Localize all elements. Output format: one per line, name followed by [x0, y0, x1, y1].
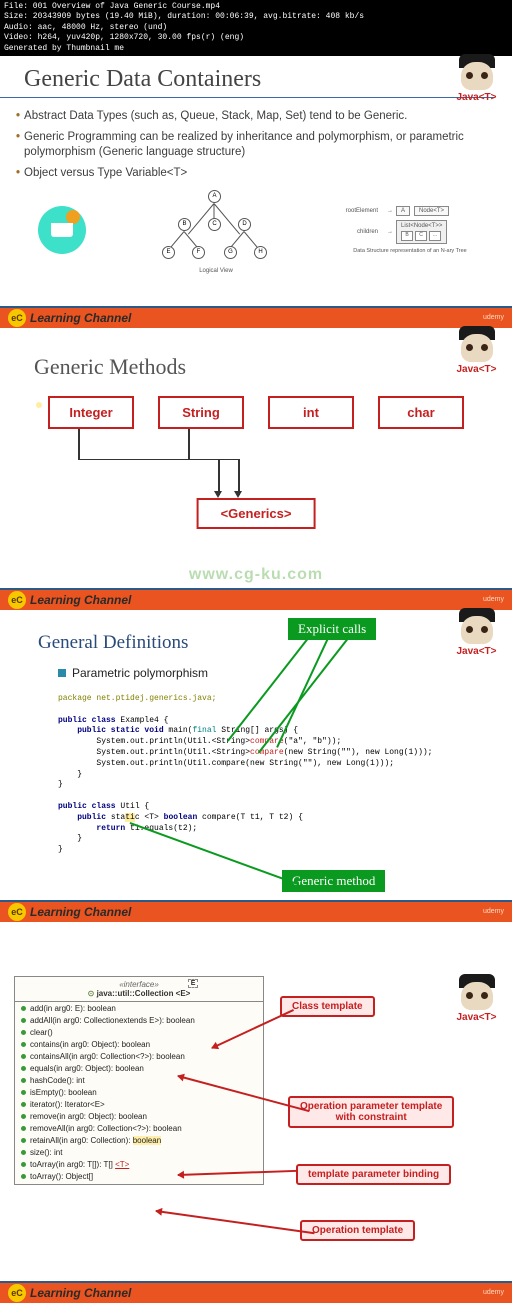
- slide-title: Generic Data Containers: [0, 56, 494, 98]
- slide-generic-data-containers: Java<T> Generic Data Containers •Abstrac…: [0, 56, 512, 306]
- uml-method: containsAll(in arg0: Collection<?>): boo…: [15, 1051, 263, 1063]
- uml-method: contains(in arg0: Object): boolean: [15, 1039, 263, 1051]
- subsection: Parametric polymorphism: [0, 666, 512, 680]
- shopping-cart-icon: [32, 200, 92, 260]
- channel-bar: eC Learning Channel udemy: [0, 900, 512, 922]
- bullet-item: •Object versus Type Variable<T>: [0, 163, 512, 184]
- meta-video: Video: h264, yuv420p, 1280x720, 30.00 fp…: [4, 33, 508, 43]
- channel-bar: eC Learning Channel udemy: [0, 1281, 512, 1303]
- uml-method: isEmpty(): boolean: [15, 1087, 263, 1099]
- uml-method: retainAll(in arg0: Collection): boolean: [15, 1135, 263, 1147]
- uml-method: clear(): [15, 1027, 263, 1039]
- uml-method: toArray(): Object[]: [15, 1171, 263, 1183]
- uml-method: remove(in arg0: Object): boolean: [15, 1111, 263, 1123]
- uml-method: addAll(in arg0: Collectionextends E>): b…: [15, 1015, 263, 1027]
- logo-text: Java<T>: [449, 92, 504, 103]
- highlight-bubble-icon: [36, 402, 42, 408]
- channel-label: Learning Channel: [30, 311, 131, 325]
- channel-bar: eC Learning Channel udemy: [0, 306, 512, 328]
- uml-method: equals(in arg0: Object): boolean: [15, 1063, 263, 1075]
- meta-generator: Generated by Thumbnail me: [4, 44, 508, 54]
- uml-method: add(in arg0: E): boolean: [15, 1003, 263, 1015]
- type-box: int: [268, 396, 354, 429]
- data-structure-diagram: rootElement → A Node<T> children → List<…: [340, 206, 480, 254]
- video-metadata: File: 001 Overview of Java Generic Cours…: [0, 0, 512, 56]
- slide-title: General Definitions: [0, 610, 512, 666]
- uml-method: size(): int: [15, 1147, 263, 1159]
- type-box: String: [158, 396, 244, 429]
- meta-size: Size: 20343909 bytes (19.40 MiB), durati…: [4, 12, 508, 22]
- callout-template-binding: template parameter binding: [296, 1164, 451, 1185]
- generics-box: <Generics>: [197, 498, 316, 529]
- uml-collection-box: «interface» ⊙ java::util::Collection <E>…: [14, 976, 264, 1185]
- slide-generic-methods: Java<T> Generic Methods Integer String i…: [0, 328, 512, 588]
- type-boxes-row: Integer String int char: [0, 396, 512, 429]
- channel-badge-icon: eC: [8, 309, 26, 327]
- channel-bar: eC Learning Channel udemy: [0, 588, 512, 610]
- type-box: Integer: [48, 396, 134, 429]
- java-pirate-logo: Java<T>: [449, 334, 504, 389]
- tree-diagram: A B C D E F G H Logical View: [136, 190, 296, 270]
- uml-method: iterator(): Iterator<E>: [15, 1099, 263, 1111]
- bullet-item: •Generic Programming can be realized by …: [0, 127, 512, 163]
- callout-explicit: Explicit calls: [288, 618, 376, 640]
- callout-class-template: Class template: [280, 996, 375, 1017]
- uml-method: hashCode(): int: [15, 1075, 263, 1087]
- slide-collection-uml: Java<T> Class template Operation paramet…: [0, 976, 512, 1281]
- channel-platform: udemy: [483, 314, 504, 321]
- slide-general-definitions: Java<T> General Definitions Explicit cal…: [0, 610, 512, 900]
- callout-op-template: Operation template: [300, 1220, 415, 1241]
- java-pirate-logo: Java<T>: [449, 62, 504, 117]
- callout-op-param-constraint: Operation parameter template with constr…: [288, 1096, 454, 1128]
- watermark: www.cg-ku.com: [189, 566, 323, 584]
- callout-arrow: [156, 1210, 315, 1234]
- flow-diagram: <Generics>: [20, 429, 492, 529]
- java-pirate-logo: Java<T>: [449, 616, 504, 671]
- bullet-item: •Abstract Data Types (such as, Queue, St…: [0, 106, 512, 127]
- uml-method: removeAll(in arg0: Collection<?>): boole…: [15, 1123, 263, 1135]
- meta-file: File: 001 Overview of Java Generic Cours…: [4, 2, 508, 12]
- code-block: package net.ptidej.generics.java; public…: [0, 694, 512, 856]
- slide-title: Generic Methods: [0, 328, 512, 390]
- type-box: char: [378, 396, 464, 429]
- callout-generic-method: Generic method: [282, 870, 385, 892]
- uml-method: toArray(in arg0: T[]): T[] <T>: [15, 1159, 263, 1171]
- meta-audio: Audio: aac, 48000 Hz, stereo (und): [4, 23, 508, 33]
